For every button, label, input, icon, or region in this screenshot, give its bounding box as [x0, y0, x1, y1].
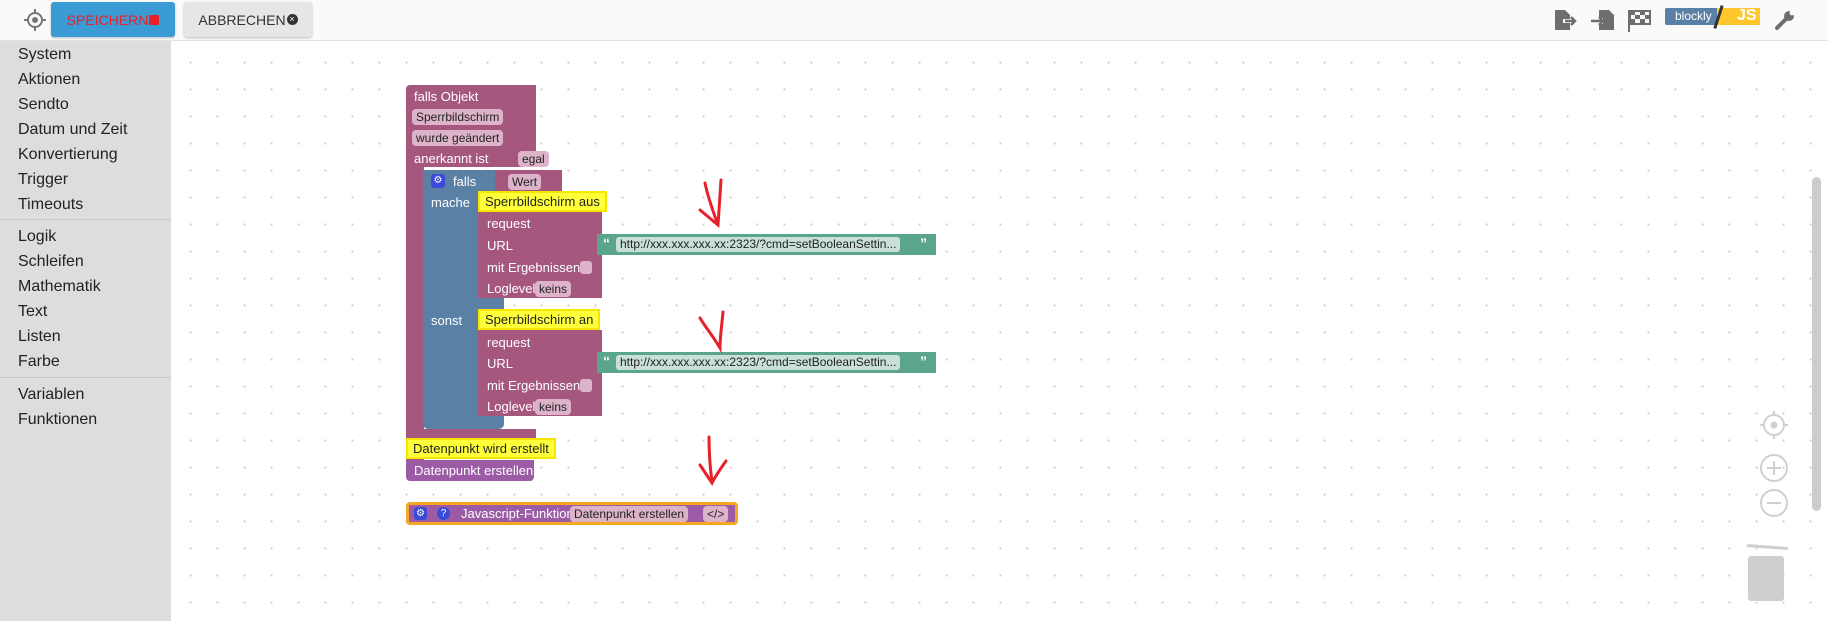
- arrow-annotation: [698, 310, 725, 354]
- zoom-out-icon[interactable]: [1759, 488, 1789, 523]
- arrow-annotation: [698, 435, 728, 486]
- zoom-in-icon[interactable]: [1759, 453, 1789, 488]
- trash-icon[interactable]: [1744, 540, 1788, 609]
- arrow-annotation: [698, 178, 723, 229]
- annotation-arrows: [698, 178, 728, 486]
- vertical-scrollbar[interactable]: [1812, 177, 1821, 511]
- recenter-icon[interactable]: [1759, 410, 1789, 445]
